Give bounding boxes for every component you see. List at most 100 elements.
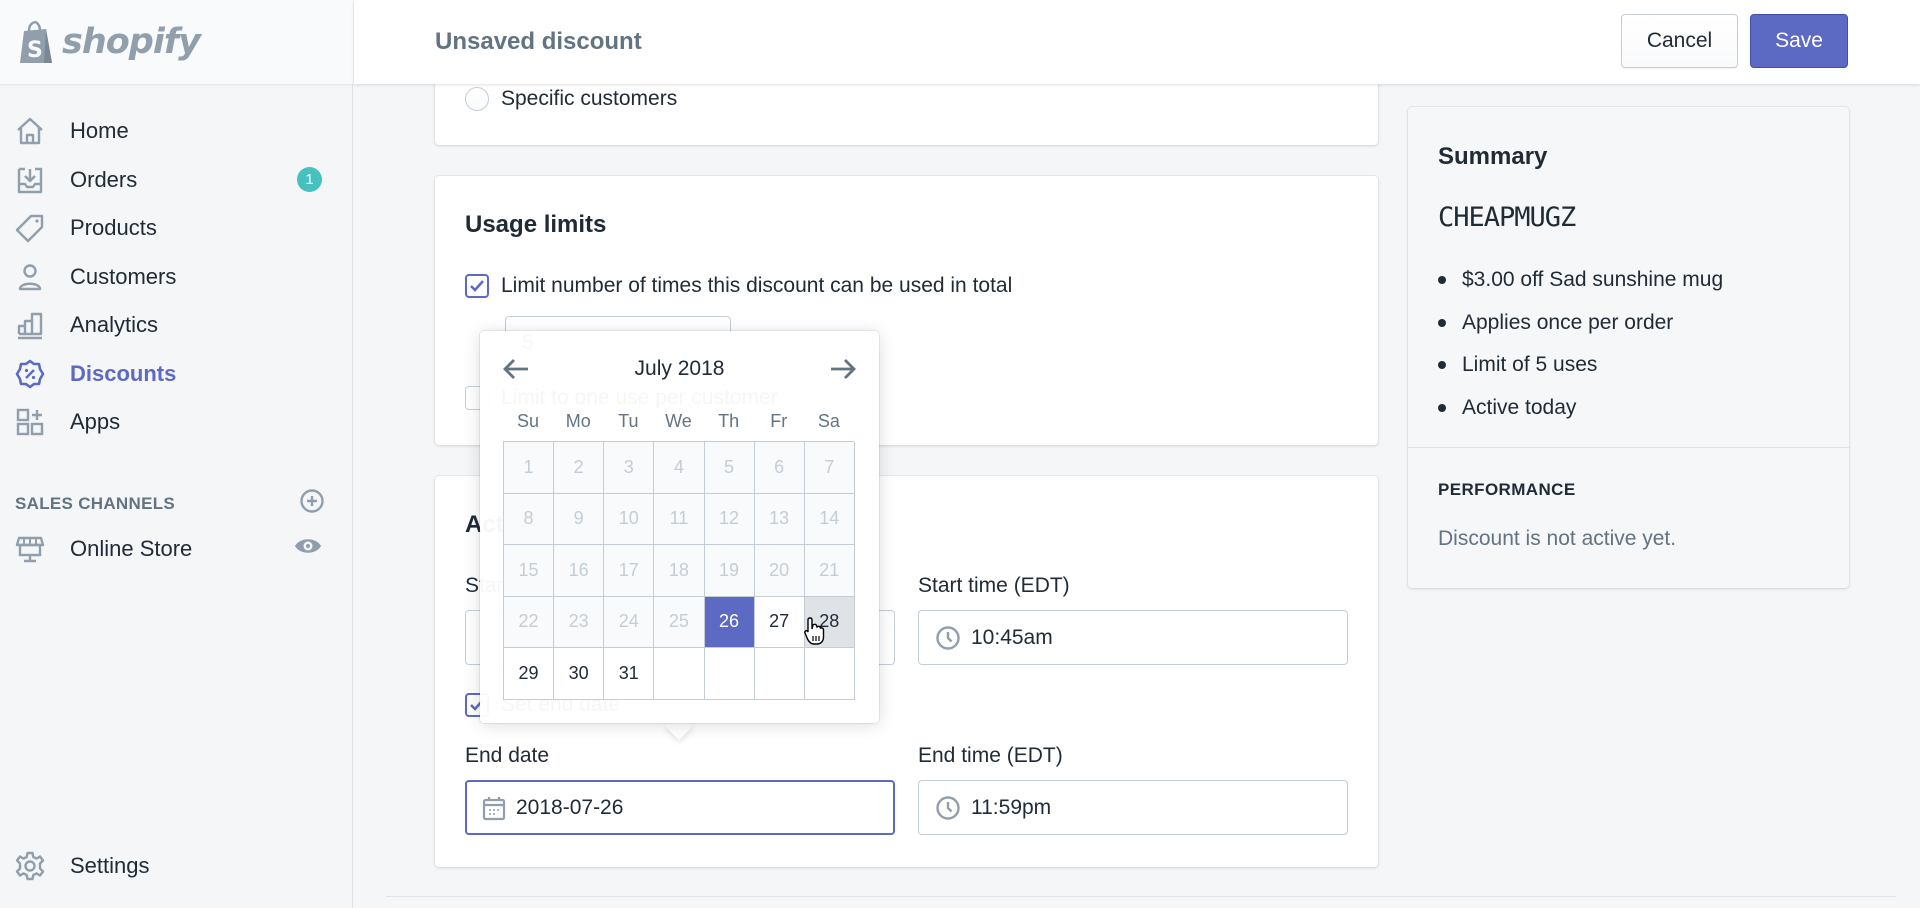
- weekday-label: Su: [517, 411, 540, 431]
- calendar-day-3: 3: [604, 442, 655, 494]
- store-icon: [14, 533, 46, 565]
- calendar-day-25: 25: [654, 596, 705, 648]
- calendar-header: July 2018: [500, 351, 859, 387]
- weekday-header: Su Mo Tu We Th Fr Sa: [503, 411, 854, 432]
- weekday-label: Sa: [817, 411, 840, 431]
- sidebar-item-products[interactable]: Products: [0, 204, 353, 253]
- calendar-empty-cell: [804, 648, 855, 700]
- sidebar-item-label: Apps: [70, 409, 121, 435]
- calendar-empty-cell: [754, 648, 805, 700]
- limit-total-label: Limit number of times this discount can …: [501, 274, 1013, 297]
- calendar-day-1: 1: [504, 442, 555, 494]
- arrow-left-icon: [503, 359, 528, 379]
- calendar-day-5: 5: [704, 442, 755, 494]
- calendar-day-15: 15: [504, 545, 555, 597]
- calendar-day-27[interactable]: 27: [754, 596, 805, 648]
- orders-count-badge: 1: [297, 167, 322, 193]
- calendar-day-26[interactable]: 26: [704, 596, 755, 648]
- sidebar: S shopify Home Orders 1 Products Custome…: [0, 0, 353, 908]
- calendar-day-7: 7: [804, 442, 855, 494]
- sidebar-item-orders[interactable]: Orders 1: [0, 156, 353, 205]
- top-bar: Unsaved discount Cancel Save: [354, 0, 1920, 84]
- specific-customers-option[interactable]: Specific customers: [465, 87, 677, 111]
- sidebar-item-label: Orders: [70, 166, 138, 192]
- cancel-button[interactable]: Cancel: [1621, 14, 1738, 68]
- summary-item: $3.00 off Sad sunshine mug: [1438, 259, 1723, 302]
- eye-icon: [295, 539, 321, 553]
- sidebar-item-label: Analytics: [70, 312, 159, 338]
- calendar-day-12: 12: [704, 493, 755, 545]
- calendar-empty-cell: [654, 648, 705, 700]
- calendar-day-11: 11: [654, 493, 705, 545]
- summary-item: Applies once per order: [1438, 302, 1723, 345]
- add-sales-channel-button[interactable]: [299, 488, 325, 519]
- gear-icon: [14, 850, 46, 882]
- person-icon: [14, 261, 46, 293]
- sidebar-item-home[interactable]: Home: [0, 107, 353, 156]
- next-month-button[interactable]: [827, 353, 859, 385]
- limit-total-option[interactable]: Limit number of times this discount can …: [465, 274, 1012, 298]
- page-divider: [386, 896, 1896, 897]
- discount-code: CHEAPMUGZ: [1438, 202, 1576, 233]
- calendar-grid: 1 2 3 4 5 6 7 8 9 10 11 12 13 14 15 16 17 18 19 20 21 22 23 24 2…: [503, 441, 855, 700]
- calendar-day-24: 24: [604, 596, 655, 648]
- end-time-value: 11:59pm: [971, 795, 1052, 819]
- end-date-label: End date: [465, 744, 550, 767]
- page-title: Unsaved discount: [435, 28, 642, 55]
- main-nav: Home Orders 1 Products Customers Analyti…: [0, 107, 353, 447]
- weekday-label: Fr: [770, 411, 788, 431]
- summary-title: Summary: [1438, 143, 1548, 170]
- calendar-day-31[interactable]: 31: [604, 648, 655, 700]
- summary-list: $3.00 off Sad sunshine mug Applies once …: [1438, 259, 1723, 429]
- sidebar-item-label: Discounts: [70, 360, 177, 386]
- previous-month-button[interactable]: [500, 353, 532, 385]
- calendar-day-20: 20: [754, 545, 805, 597]
- sidebar-item-label: Online Store: [70, 536, 193, 562]
- calendar-day-6: 6: [754, 442, 805, 494]
- orders-icon: [14, 164, 46, 196]
- bar-chart-icon: [14, 309, 46, 341]
- performance-text: Discount is not active yet.: [1438, 527, 1677, 550]
- start-time-input[interactable]: 10:45am: [918, 610, 1348, 665]
- shopify-logo-text: shopify: [62, 22, 201, 62]
- performance-title: PERFORMANCE: [1438, 480, 1576, 499]
- calendar-day-4: 4: [654, 442, 705, 494]
- sidebar-item-settings[interactable]: Settings: [0, 842, 353, 891]
- calendar-empty-cell: [704, 648, 755, 700]
- end-date-input[interactable]: 2018-07-26: [465, 780, 895, 835]
- sidebar-item-label: Products: [70, 215, 157, 241]
- sidebar-item-label: Customers: [70, 263, 177, 289]
- calendar-day-23: 23: [554, 596, 605, 648]
- sidebar-item-online-store[interactable]: Online Store: [0, 525, 353, 574]
- sidebar-item-analytics[interactable]: Analytics: [0, 301, 353, 350]
- end-time-input[interactable]: 11:59pm: [918, 780, 1348, 835]
- sidebar-item-discounts[interactable]: Discounts: [0, 350, 353, 399]
- logo-bar: S shopify: [0, 0, 353, 84]
- weekday-label: Th: [718, 411, 740, 431]
- calendar-day-30[interactable]: 30: [554, 648, 605, 700]
- summary-divider: [1408, 447, 1849, 448]
- end-time-label: End time (EDT): [918, 744, 1063, 767]
- save-button[interactable]: Save: [1750, 14, 1848, 68]
- calendar-icon: [482, 795, 506, 821]
- calendar-day-10: 10: [604, 493, 655, 545]
- view-online-store-button[interactable]: [294, 536, 322, 562]
- sales-channels-label: SALES CHANNELS: [15, 493, 176, 513]
- checkmark-icon: [470, 280, 484, 292]
- plus-circle-icon: [300, 489, 324, 513]
- hand-cursor-icon: [804, 617, 825, 645]
- apps-icon: [14, 406, 46, 438]
- start-time-value: 10:45am: [971, 625, 1053, 649]
- specific-customers-label: Specific customers: [501, 87, 678, 110]
- calendar-day-18: 18: [654, 545, 705, 597]
- sidebar-item-customers[interactable]: Customers: [0, 253, 353, 302]
- svg-text:S: S: [27, 38, 43, 63]
- calendar-day-16: 16: [554, 545, 605, 597]
- calendar-day-29[interactable]: 29: [504, 648, 555, 700]
- start-time-label: Start time (EDT): [918, 574, 1070, 597]
- date-picker-popover: July 2018 Su Mo Tu We Th Fr Sa 1 2 3 4 5 6 7 8 9 10 11 12…: [480, 331, 879, 723]
- calendar-day-14: 14: [804, 493, 855, 545]
- specific-customers-radio[interactable]: [465, 87, 489, 111]
- sidebar-item-apps[interactable]: Apps: [0, 398, 353, 447]
- limit-total-checkbox[interactable]: [465, 274, 489, 298]
